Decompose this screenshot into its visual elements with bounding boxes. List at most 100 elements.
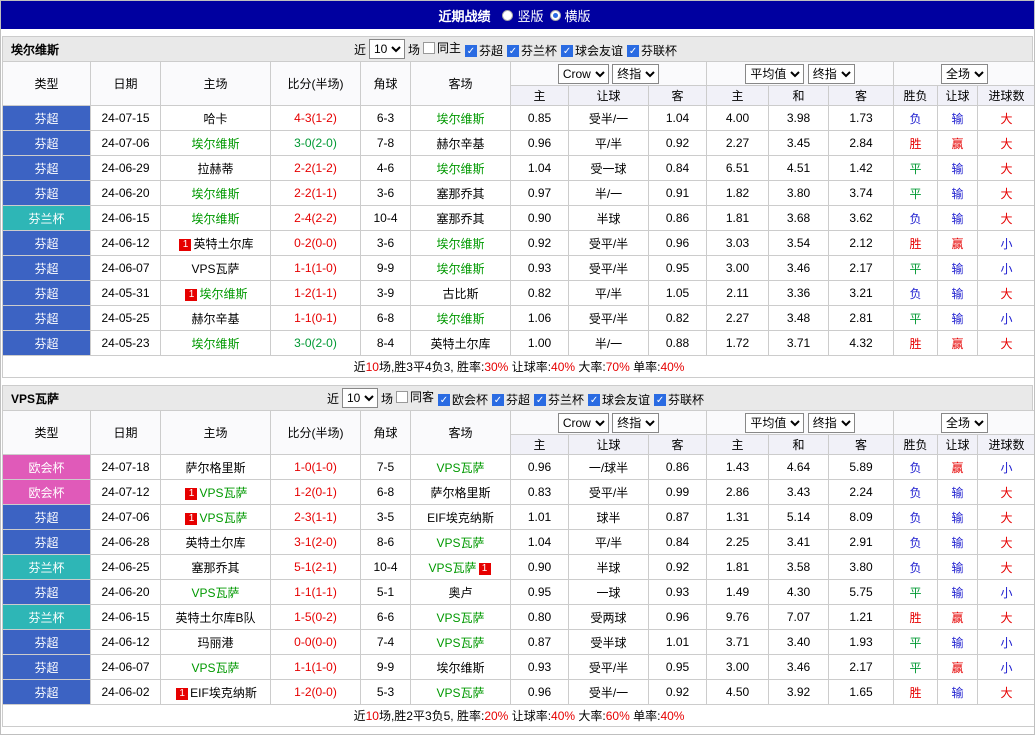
column-subheader: 客 — [829, 86, 894, 106]
odds-away: 0.95 — [649, 655, 707, 680]
odds-handicap: 受两球 — [569, 605, 649, 630]
column-subheader: 和 — [769, 86, 829, 106]
summary-segment: 近 — [354, 360, 366, 374]
away-team: VPS瓦萨 — [411, 630, 511, 655]
match-type: 芬超 — [3, 505, 91, 530]
match-score: 1-1(1-1) — [271, 580, 361, 605]
filter-checkbox[interactable]: 同客 — [396, 388, 434, 405]
corner-score: 3-5 — [361, 505, 411, 530]
filter-checkbox[interactable]: ✓球会友谊 — [561, 42, 623, 59]
away-team: VPS瓦萨 — [411, 680, 511, 705]
radio-label: 横版 — [565, 6, 591, 25]
checkbox-icon: ✓ — [492, 394, 504, 406]
red-card-badge: 1 — [479, 563, 491, 575]
away-team: 奥卢 — [411, 580, 511, 605]
match-row: 芬超24-06-021EIF埃克纳斯1-2(0-0)5-3VPS瓦萨0.96受半… — [3, 680, 1035, 705]
result-handicap: 输 — [938, 505, 978, 530]
section-header-band: 埃尔维斯 近 10 场 同主✓芬超✓芬兰杯✓球会友谊✓芬联杯 — [2, 36, 1033, 61]
result-handicap: 输 — [938, 555, 978, 580]
filter-checkbox[interactable]: ✓欧会杯 — [438, 391, 488, 408]
corner-score: 7-4 — [361, 630, 411, 655]
filter-checkbox[interactable]: ✓芬联杯 — [627, 42, 677, 59]
filter-checkboxes: 同主✓芬超✓芬兰杯✓球会友谊✓芬联杯 — [423, 39, 681, 59]
filter-checkbox[interactable]: ✓芬超 — [492, 391, 530, 408]
average-select[interactable]: 平均值 — [745, 64, 804, 84]
match-type: 芬超 — [3, 530, 91, 555]
recent-count-select[interactable]: 10 — [369, 39, 405, 59]
checkbox-label: 球会友谊 — [575, 42, 623, 59]
odds-handicap: 受平/半 — [569, 256, 649, 281]
match-type: 芬超 — [3, 156, 91, 181]
result-goals: 小 — [978, 231, 1035, 256]
odds-time-select[interactable]: 终指 — [612, 413, 659, 433]
checkbox-label: 芬兰杯 — [521, 42, 557, 59]
column-header: 主场 — [161, 62, 271, 106]
away-team: 英特土尔库 — [411, 331, 511, 356]
match-score: 1-2(1-1) — [271, 281, 361, 306]
odds-time-select[interactable]: 终指 — [612, 64, 659, 84]
match-type: 芬超 — [3, 106, 91, 131]
result-outcome: 胜 — [894, 680, 938, 705]
column-subheader: 让球 — [569, 435, 649, 455]
odds-home: 1.04 — [511, 530, 569, 555]
home-team: 赫尔辛基 — [161, 306, 271, 331]
filter-checkbox[interactable]: ✓芬兰杯 — [507, 42, 557, 59]
match-score: 1-1(0-1) — [271, 306, 361, 331]
filter-checkbox[interactable]: 同主 — [423, 39, 461, 56]
odds-handicap: 受半/一 — [569, 680, 649, 705]
column-subheader: 进球数 — [978, 435, 1035, 455]
away-team: 埃尔维斯 — [411, 306, 511, 331]
match-row: 芬超24-05-23埃尔维斯3-0(2-0)8-4英特土尔库1.00半/一0.8… — [3, 331, 1035, 356]
header-row-selects: 类型日期主场比分(半场)角球客场Crow 终指平均值 终指全场 — [3, 62, 1035, 86]
filter-checkbox[interactable]: ✓芬联杯 — [654, 391, 704, 408]
odds-away: 1.04 — [649, 106, 707, 131]
corner-score: 5-3 — [361, 680, 411, 705]
average-time-select[interactable]: 终指 — [808, 64, 855, 84]
checkbox-label: 芬联杯 — [668, 391, 704, 408]
average-time-select[interactable]: 终指 — [808, 413, 855, 433]
avg-away: 3.80 — [829, 555, 894, 580]
result-outcome: 负 — [894, 106, 938, 131]
match-type: 芬超 — [3, 655, 91, 680]
odds-handicap: 受平/半 — [569, 480, 649, 505]
view-mode-radio[interactable]: 竖版 — [502, 6, 543, 25]
filter-checkbox[interactable]: ✓球会友谊 — [588, 391, 650, 408]
summary-segment: 30% — [484, 360, 508, 374]
average-select[interactable]: 平均值 — [745, 413, 804, 433]
column-header: 客场 — [411, 62, 511, 106]
summary-segment: 让球率: — [508, 360, 551, 374]
column-header: 比分(半场) — [271, 62, 361, 106]
summary-row-wrap: 近10场,胜2平3负5, 胜率:20% 让球率:40% 大率:60% 单率:40… — [3, 705, 1035, 727]
odds-company-select[interactable]: Crow — [558, 64, 609, 84]
team-section-away: VPS瓦萨 近 10 场 同客✓欧会杯✓芬超✓芬兰杯✓球会友谊✓芬联杯 类型日期… — [2, 385, 1033, 727]
avg-draw: 3.48 — [769, 306, 829, 331]
checkbox-label: 芬超 — [506, 391, 530, 408]
odds-home: 0.96 — [511, 680, 569, 705]
summary-segment: 胜率: — [457, 360, 484, 374]
corner-score: 3-6 — [361, 231, 411, 256]
team-label: VPS瓦萨 — [428, 561, 476, 575]
match-date: 24-05-31 — [91, 281, 161, 306]
avg-draw: 7.07 — [769, 605, 829, 630]
odds-home: 1.01 — [511, 505, 569, 530]
view-mode-radio[interactable]: 横版 — [550, 6, 591, 25]
away-team: 埃尔维斯 — [411, 655, 511, 680]
odds-company-select[interactable]: Crow — [558, 413, 609, 433]
avg-draw: 3.71 — [769, 331, 829, 356]
scope-select-group: 全场 — [894, 62, 1035, 86]
recent-count-select[interactable]: 10 — [342, 388, 378, 408]
match-type: 欧会杯 — [3, 455, 91, 480]
avg-away: 2.91 — [829, 530, 894, 555]
filter-controls: 近 10 场 同主✓芬超✓芬兰杯✓球会友谊✓芬联杯 — [3, 39, 1032, 59]
scope-select[interactable]: 全场 — [941, 413, 988, 433]
corner-score: 10-4 — [361, 206, 411, 231]
summary-segment: 场,胜3平4负3, — [379, 360, 457, 374]
avg-draw: 4.30 — [769, 580, 829, 605]
checkbox-label: 同主 — [437, 39, 461, 56]
team-label: 埃尔维斯 — [191, 137, 239, 151]
match-row: 芬超24-05-311埃尔维斯1-2(1-1)3-9古比斯0.82平/半1.05… — [3, 281, 1035, 306]
filter-checkbox[interactable]: ✓芬兰杯 — [534, 391, 584, 408]
filter-checkbox[interactable]: ✓芬超 — [465, 42, 503, 59]
scope-select[interactable]: 全场 — [941, 64, 988, 84]
match-type: 芬兰杯 — [3, 605, 91, 630]
